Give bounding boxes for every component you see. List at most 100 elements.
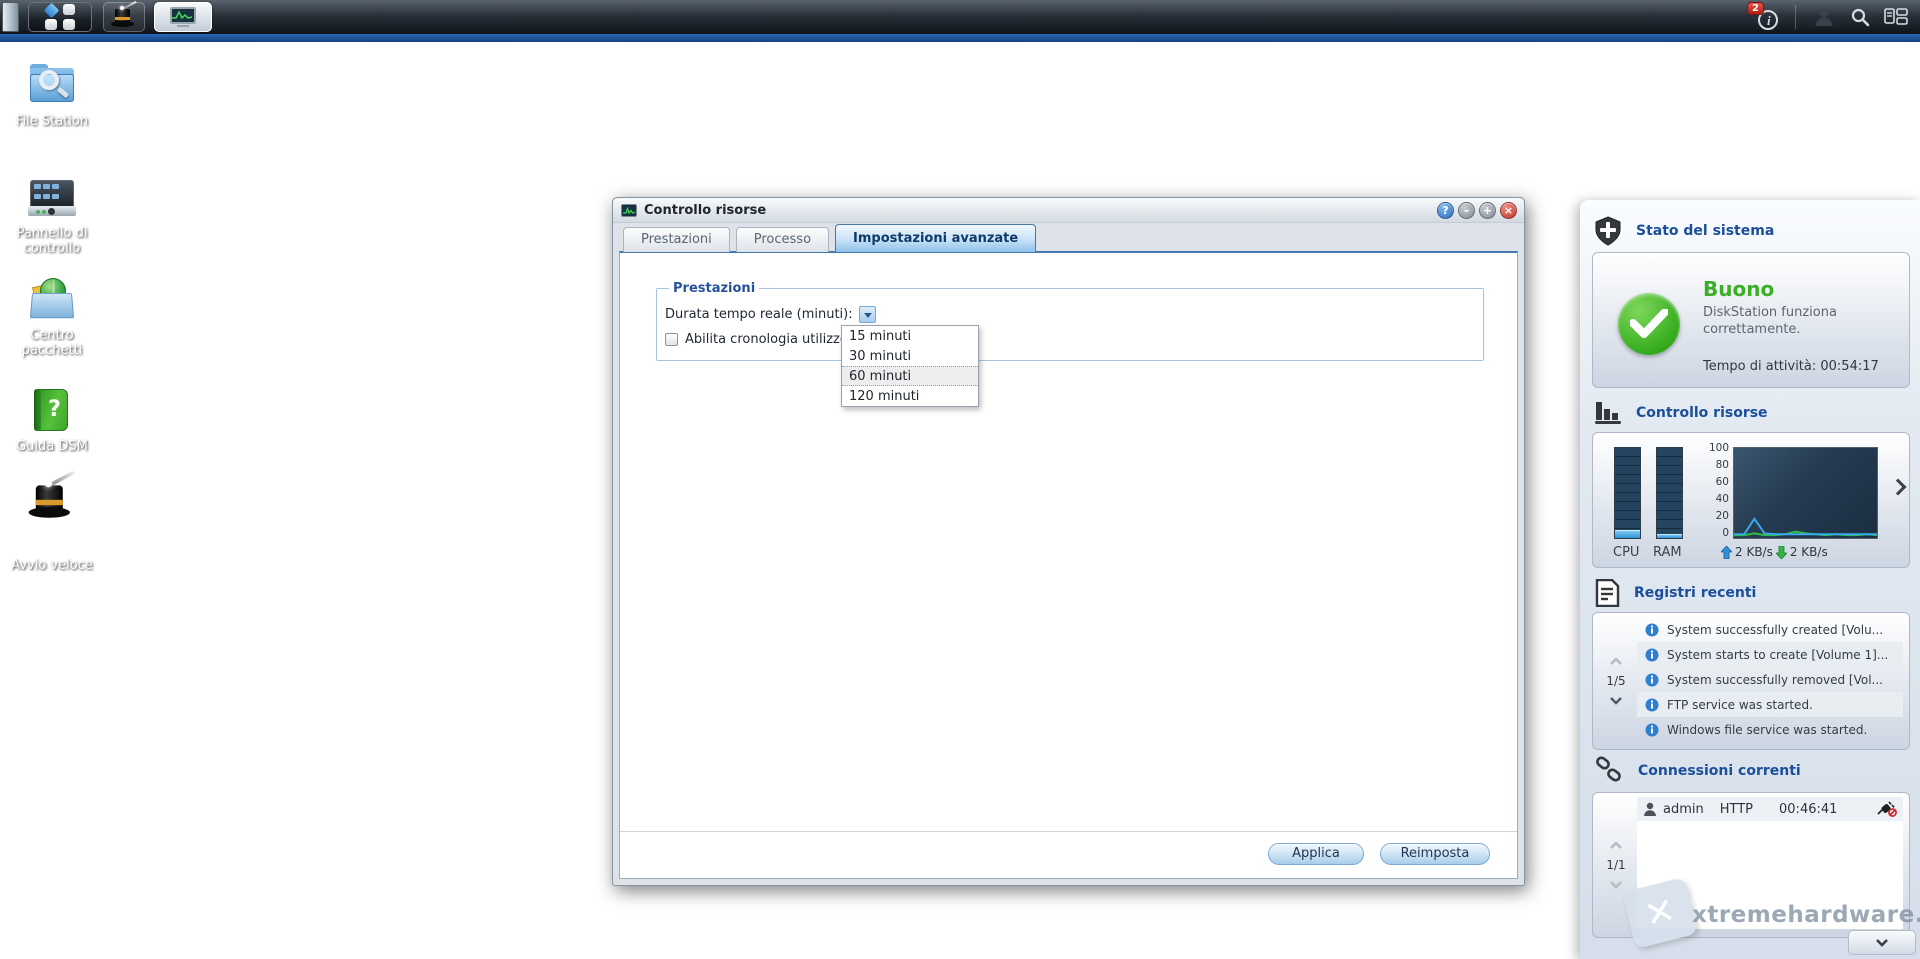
history-checkbox-label[interactable]: Abilita cronologia utilizzo [685, 332, 848, 347]
download-arrow-icon [1776, 546, 1787, 559]
open-resource-monitor-chevron[interactable] [1890, 479, 1907, 496]
log-row[interactable]: System successfully created [Volu... [1637, 617, 1903, 642]
desktop-icon-label: Pannello di controllo [6, 227, 98, 257]
log-row[interactable]: Windows file service was started. [1637, 717, 1903, 742]
tab-processo[interactable]: Processo [736, 227, 829, 252]
window-content: Prestazioni Durata tempo reale (minuti):… [619, 251, 1518, 879]
window-title: Controllo risorse [644, 203, 766, 218]
desktop-icon-label: Guida DSM [6, 440, 98, 455]
connection-user: admin [1663, 802, 1704, 817]
panel-collapse-tab[interactable] [1848, 930, 1916, 955]
resource-monitor-box[interactable]: CPU RAM 100 80 60 40 20 0 2 KB/s 2 KB [1592, 432, 1910, 568]
page-up-icon[interactable] [1610, 841, 1622, 849]
search-icon [1849, 6, 1871, 28]
reset-button[interactable]: Reimposta [1380, 843, 1490, 865]
ram-bar-fill [1657, 534, 1682, 539]
quick-start-icon [7, 480, 97, 570]
cpu-label: CPU [1613, 545, 1639, 560]
widget-title: Controllo risorse [1636, 405, 1768, 421]
desktop-icon-file-station[interactable]: File Station [6, 60, 98, 130]
prestazioni-fieldset: Prestazioni Durata tempo reale (minuti):… [656, 281, 1484, 361]
window-footer: Applica Reimposta [620, 831, 1517, 878]
log-row[interactable]: System successfully removed [Vol... [1637, 667, 1903, 692]
widget-title: Registri recenti [1634, 585, 1756, 601]
person-icon [1643, 802, 1657, 817]
chain-link-icon [1594, 756, 1624, 786]
xtremehardware-watermark: xtremehardware.com [1692, 902, 1920, 928]
desktop-icon-pannello-di-controllo[interactable]: Pannello di controllo [6, 172, 98, 257]
maximize-button[interactable]: + [1479, 202, 1496, 219]
notification-badge: 2 [1747, 2, 1764, 15]
window-controls: ? – + × [1437, 202, 1517, 219]
synology-dsm-watermark: Synology DSM 4.1 [855, 908, 1117, 939]
dropdown-option-highlighted[interactable]: 60 minuti [842, 366, 978, 386]
package-center-icon [27, 274, 77, 324]
upload-rate: 2 KB/s [1735, 545, 1773, 559]
duration-dropdown-list: 15 minuti 30 minuti 60 minuti 120 minuti [841, 325, 979, 407]
show-desktop-button[interactable] [2, 2, 19, 32]
main-menu-icon [45, 4, 75, 30]
control-panel-icon [27, 172, 77, 222]
taskbar-app-controllo-risorse-active[interactable] [154, 2, 212, 32]
network-graph-yticks: 100 80 60 40 20 0 [1685, 442, 1729, 539]
page-up-icon[interactable] [1610, 657, 1622, 665]
taskbar-app-avvio-veloce[interactable] [103, 2, 145, 32]
dsm-version: DSM 4.1 [1003, 910, 1117, 938]
search-button[interactable] [1842, 2, 1878, 32]
window-title-icon [621, 204, 637, 217]
desktop-icon-centro-pacchetti[interactable]: Centro pacchetti [6, 274, 98, 359]
network-graph [1733, 447, 1878, 539]
system-status-header: Stato del sistema [1594, 216, 1774, 246]
shield-icon [1594, 216, 1622, 246]
log-list: System successfully created [Volu... Sys… [1637, 617, 1903, 742]
desktop-icon-label: Centro pacchetti [6, 329, 98, 359]
tab-prestazioni[interactable]: Prestazioni [623, 227, 730, 252]
page-down-icon[interactable] [1610, 881, 1622, 889]
person-icon [1813, 6, 1835, 28]
ram-label: RAM [1653, 545, 1682, 560]
close-button[interactable]: × [1500, 202, 1517, 219]
system-status-box: Buono DiskStation funziona correttamente… [1592, 252, 1910, 388]
tab-impostazioni-avanzate[interactable]: Impostazioni avanzate [835, 224, 1036, 252]
window-controllo-risorse: Controllo risorse ? – + × Prestazioni Pr… [612, 197, 1525, 886]
notifications-button[interactable]: i 2 [1751, 2, 1785, 32]
info-icon [1645, 648, 1659, 662]
dropdown-option[interactable]: 15 minuti [842, 326, 978, 346]
file-station-icon [27, 60, 77, 110]
system-status-value: Buono [1703, 277, 1774, 301]
log-row[interactable]: System starts to create [Volume 1]... [1637, 642, 1903, 667]
main-menu-button[interactable] [28, 2, 92, 32]
recent-logs-box: 1/5 System successfully created [Volu...… [1592, 612, 1910, 750]
desktop-icon-guida-dsm[interactable]: ? Guida DSM [6, 385, 98, 455]
user-menu-button[interactable] [1806, 2, 1842, 32]
history-checkbox[interactable] [665, 333, 678, 346]
bar-chart-icon [1594, 400, 1622, 426]
pilot-view-button[interactable] [1878, 2, 1914, 32]
logs-page-indicator: 1/5 [1606, 674, 1625, 688]
info-icon [1645, 698, 1659, 712]
status-ok-icon [1618, 293, 1680, 355]
apply-button[interactable]: Applica [1268, 843, 1364, 865]
dropdown-option[interactable]: 30 minuti [842, 346, 978, 366]
desktop: i 2 [0, 0, 1920, 959]
widget-title: Stato del sistema [1636, 223, 1774, 239]
minimize-button[interactable]: – [1458, 202, 1475, 219]
tray-divider [1795, 5, 1796, 29]
recent-logs-header: Registri recenti [1594, 578, 1756, 608]
disconnect-icon[interactable] [1877, 801, 1897, 821]
window-titlebar[interactable]: Controllo risorse ? – + × [613, 198, 1524, 223]
connection-time: 00:46:41 [1779, 802, 1837, 817]
desktop-icon-avvio-veloce[interactable]: Avvio veloce [6, 492, 98, 574]
chevron-down-icon [1876, 939, 1888, 947]
connection-row[interactable]: admin HTTP 00:46:41 [1637, 797, 1903, 821]
dropdown-option[interactable]: 120 minuti [842, 386, 978, 406]
synology-logo: Syno [855, 908, 930, 939]
download-rate: 2 KB/s [1790, 545, 1828, 559]
log-row[interactable]: FTP service was started. [1637, 692, 1903, 717]
info-icon [1645, 623, 1659, 637]
help-button[interactable]: ? [1437, 202, 1454, 219]
duration-combo-trigger[interactable] [859, 306, 876, 323]
cpu-gauge [1614, 447, 1641, 539]
fieldset-legend: Prestazioni [669, 281, 759, 296]
page-down-icon[interactable] [1610, 697, 1622, 705]
